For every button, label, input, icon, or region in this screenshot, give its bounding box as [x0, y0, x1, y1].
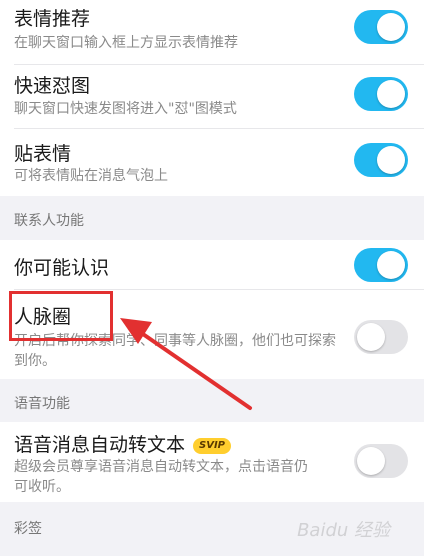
- setting-row-emoji-recommend: 表情推荐 在聊天窗口输入框上方显示表情推荐: [0, 0, 424, 65]
- setting-row-may-know: 你可能认识: [0, 240, 424, 290]
- watermark: Baidu 经验: [297, 520, 390, 541]
- setting-title: 贴表情: [14, 143, 72, 165]
- setting-title: 语音消息自动转文本 SVIP: [14, 430, 232, 457]
- setting-title: 快速怼图: [14, 75, 91, 97]
- toggle-knob: [357, 447, 385, 475]
- svip-badge: SVIP: [193, 438, 232, 454]
- network-toggle[interactable]: [354, 320, 408, 354]
- section-label: 语音功能: [14, 396, 70, 412]
- annotation-highlight-box: [9, 291, 113, 341]
- toggle-knob: [377, 251, 405, 279]
- setting-description: 可将表情贴在消息气泡上: [14, 168, 168, 184]
- toggle-knob: [377, 13, 405, 41]
- setting-description-line1: 超级会员尊享语音消息自动转文本，点击语音仍: [14, 459, 308, 475]
- setting-row-quick-image: 快速怼图 聊天窗口快速发图将进入"怼"图模式: [0, 65, 424, 129]
- quick-image-toggle[interactable]: [354, 77, 408, 111]
- voice-to-text-toggle[interactable]: [354, 444, 408, 478]
- emoji-recommend-toggle[interactable]: [354, 10, 408, 44]
- toggle-knob: [377, 80, 405, 108]
- section-label: 联系人功能: [14, 213, 84, 229]
- toggle-knob: [377, 146, 405, 174]
- setting-title: 你可能认识: [14, 257, 110, 279]
- toggle-knob: [357, 323, 385, 351]
- setting-row-sticker: 贴表情 可将表情贴在消息气泡上: [0, 129, 424, 196]
- may-know-toggle[interactable]: [354, 248, 408, 282]
- setting-description: 聊天窗口快速发图将进入"怼"图模式: [14, 101, 237, 117]
- setting-description: 在聊天窗口输入框上方显示表情推荐: [14, 35, 238, 51]
- sticker-toggle[interactable]: [354, 143, 408, 177]
- section-header-contacts: 联系人功能: [0, 196, 424, 240]
- section-header-voice: 语音功能: [0, 379, 424, 422]
- setting-title: 表情推荐: [14, 8, 91, 30]
- setting-title-text: 语音消息自动转文本: [14, 434, 186, 456]
- setting-description-line2: 可收听。: [14, 479, 70, 495]
- section-label: 彩签: [14, 521, 42, 537]
- setting-row-voice-to-text: 语音消息自动转文本 SVIP 超级会员尊享语音消息自动转文本，点击语音仍 可收听。: [0, 422, 424, 502]
- setting-description-line2: 到你。: [14, 353, 56, 369]
